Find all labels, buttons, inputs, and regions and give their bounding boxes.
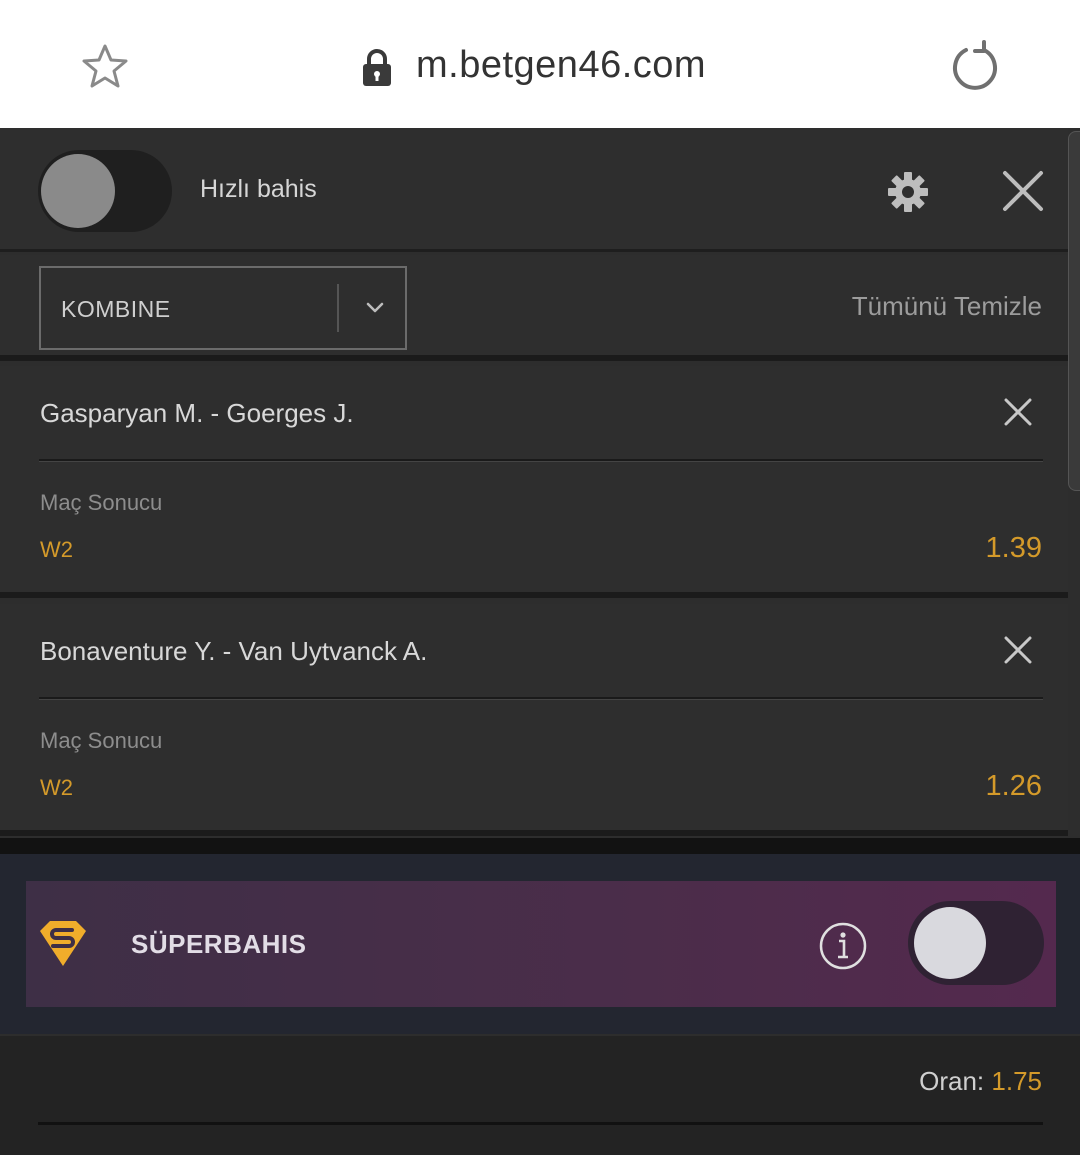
match-name: Gasparyan M. - Goerges J. [40, 398, 354, 428]
total-odds-label: Oran: [919, 1066, 985, 1096]
gear-icon[interactable] [886, 170, 930, 214]
reload-icon[interactable] [948, 40, 1002, 94]
total-odds: Oran: 1.75 [919, 1066, 1042, 1097]
quick-bet-toggle[interactable] [38, 150, 172, 232]
superbet-section: SÜPERBAHIS [0, 854, 1080, 1034]
divider [39, 697, 1043, 700]
bet-type-row: KOMBINE Tümünü Temizle [0, 255, 1068, 361]
market-name: Maç Sonucu [40, 728, 163, 753]
superbet-title: SÜPERBAHIS [131, 929, 307, 959]
quick-bet-label: Hızlı bahis [200, 175, 317, 203]
match-name: Bonaventure Y. - Van Uytvanck A. [40, 636, 428, 666]
info-icon[interactable] [818, 921, 868, 971]
remove-bet-icon[interactable] [1004, 636, 1032, 664]
superbet-card: SÜPERBAHIS [26, 881, 1056, 1007]
clear-all-button[interactable]: Tümünü Temizle [852, 291, 1042, 322]
total-odds-value: 1.75 [991, 1066, 1042, 1096]
bet-card: Bonaventure Y. - Van Uytvanck A. Maç Son… [0, 604, 1068, 836]
selection-odd: 1.26 [985, 770, 1042, 802]
selection-pick: W2 [40, 775, 73, 800]
remove-bet-icon[interactable] [1004, 398, 1032, 426]
url-text[interactable]: m.betgen46.com [416, 44, 706, 87]
scrollbar[interactable] [1068, 131, 1080, 491]
market-name: Maç Sonucu [40, 490, 163, 515]
bet-card: Gasparyan M. - Goerges J. Maç Sonucu W2 … [0, 366, 1068, 598]
toggle-knob [41, 154, 115, 228]
close-betslip-icon[interactable] [1000, 168, 1046, 214]
browser-url-bar: m.betgen46.com [0, 0, 1080, 128]
bookmark-star-icon[interactable] [80, 42, 130, 92]
chevron-down-icon [366, 302, 384, 313]
select-separator [337, 284, 339, 332]
superbet-logo-icon [40, 921, 86, 966]
section-divider [0, 838, 1080, 854]
divider [39, 459, 1043, 462]
selection-pick: W2 [40, 537, 73, 562]
betslip-footer: Oran: 1.75 [0, 1036, 1080, 1155]
bet-type-select[interactable]: KOMBINE [39, 266, 407, 350]
superbet-toggle[interactable] [908, 901, 1044, 985]
selection-odd: 1.39 [985, 532, 1042, 564]
betslip-header: Hızlı bahis [0, 128, 1068, 252]
bet-type-value: KOMBINE [61, 296, 171, 322]
divider [38, 1122, 1043, 1125]
toggle-knob [914, 907, 986, 979]
lock-icon [363, 49, 391, 86]
